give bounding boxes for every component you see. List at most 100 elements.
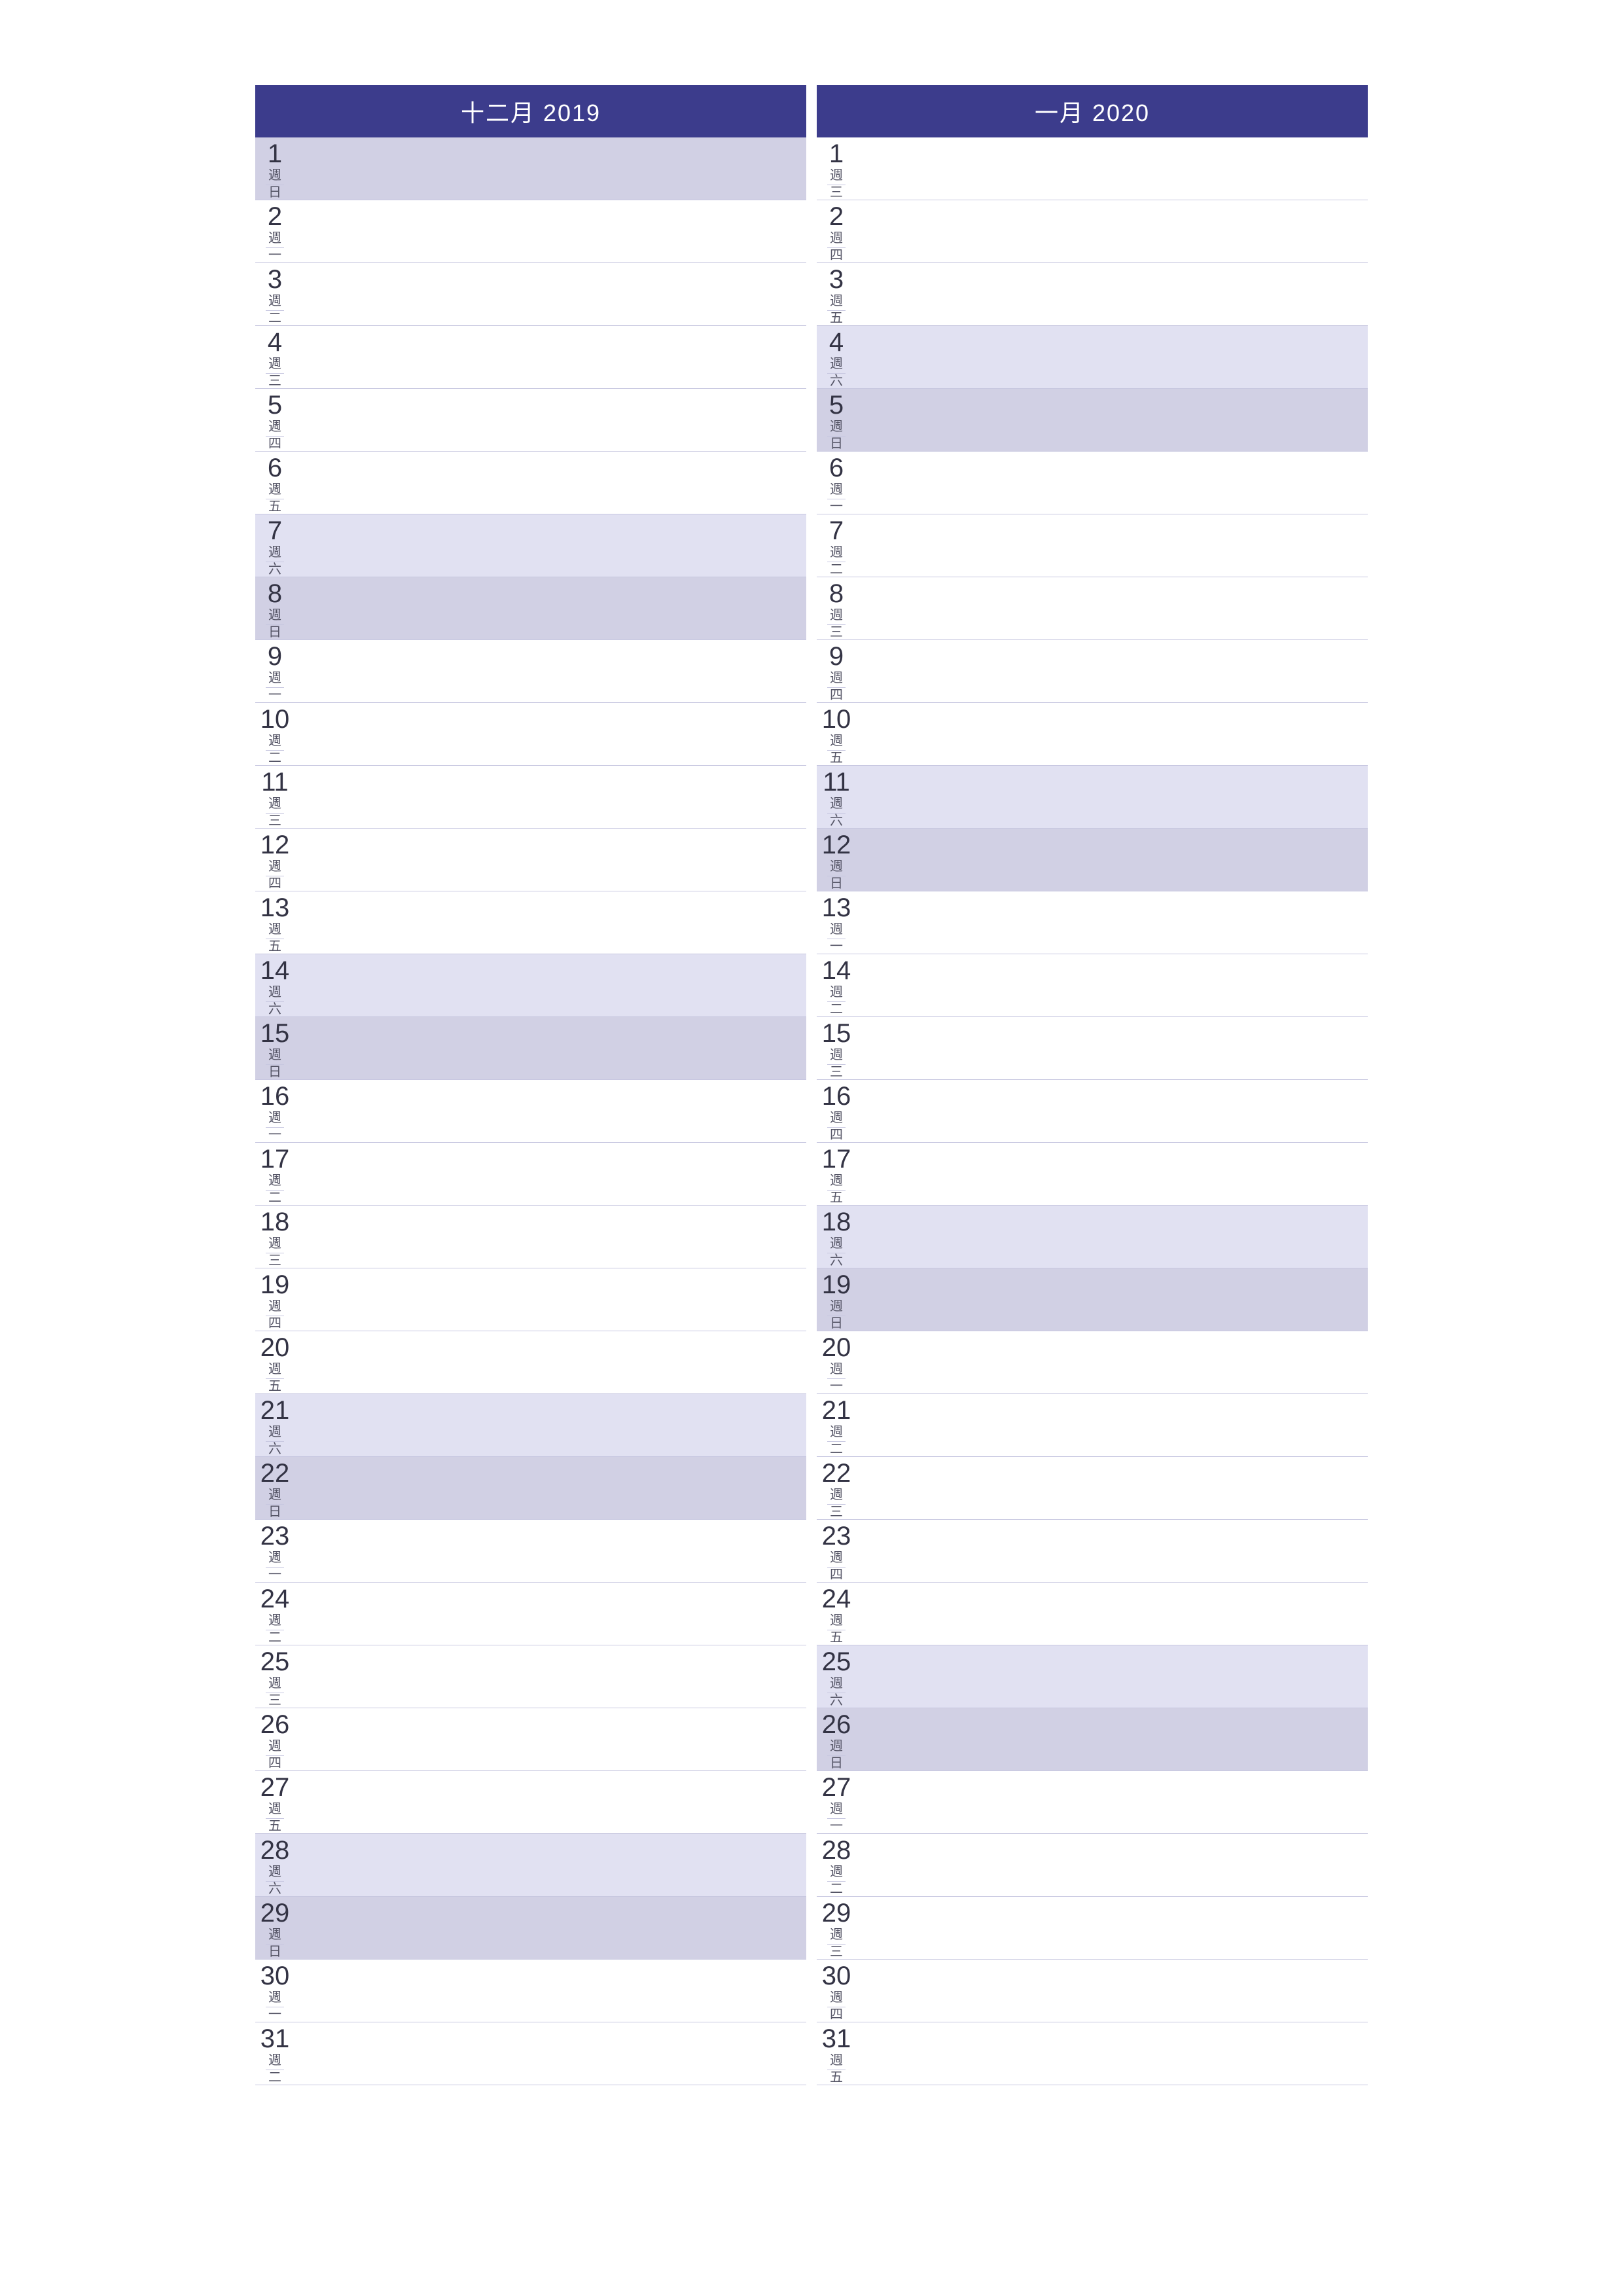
weekday-name: 四 [266, 876, 284, 891]
weekday-name: 日 [827, 1316, 846, 1331]
day-number: 17 [260, 1145, 290, 1173]
weekday-name: 日 [827, 437, 846, 451]
day-note-area [294, 1206, 806, 1268]
day-note-area [856, 2022, 1368, 2085]
weekday-prefix: 週 [827, 1803, 846, 1819]
day-note-area [294, 829, 806, 891]
day-note-area [856, 389, 1368, 451]
day-label: 4週六 [817, 326, 856, 388]
day-note-area [294, 200, 806, 262]
day-number: 14 [822, 957, 851, 984]
day-note-area [294, 1394, 806, 1456]
day-number: 27 [822, 1774, 851, 1801]
day-label: 31週五 [817, 2022, 856, 2085]
day-label: 24週五 [817, 1583, 856, 1645]
day-note-area [294, 1143, 806, 1205]
weekday-prefix: 週 [266, 1614, 284, 1630]
day-number: 10 [822, 706, 851, 733]
day-row: 20週五 [255, 1331, 806, 1394]
day-row: 21週二 [817, 1394, 1368, 1457]
day-number: 19 [822, 1271, 851, 1299]
day-note-area [856, 766, 1368, 828]
day-number: 26 [822, 1711, 851, 1738]
weekday-name: 四 [827, 1128, 846, 1142]
weekday-name: 日 [266, 1065, 284, 1079]
weekday-prefix: 週 [266, 860, 284, 876]
day-label: 19週日 [817, 1268, 856, 1331]
day-row: 5週四 [255, 389, 806, 452]
day-row: 13週一 [817, 891, 1368, 954]
day-label: 6週五 [255, 452, 294, 514]
weekday-prefix: 週 [266, 357, 284, 374]
day-number: 5 [268, 391, 282, 419]
day-note-area [856, 1457, 1368, 1519]
day-label: 8週三 [817, 577, 856, 639]
day-row: 6週五 [255, 452, 806, 514]
weekday-name: 一 [827, 939, 846, 954]
day-number: 23 [260, 1522, 290, 1550]
day-note-area [856, 1206, 1368, 1268]
day-note-area [856, 954, 1368, 1016]
day-row: 19週日 [817, 1268, 1368, 1331]
day-row: 28週二 [817, 1834, 1368, 1897]
day-note-area [856, 137, 1368, 200]
weekday-prefix: 週 [827, 232, 846, 248]
weekday-prefix: 週 [827, 546, 846, 562]
day-row: 27週五 [255, 1771, 806, 1834]
weekday-name: 三 [827, 1065, 846, 1079]
day-note-area [856, 1583, 1368, 1645]
day-label: 28週六 [255, 1834, 294, 1896]
day-row: 16週四 [817, 1080, 1368, 1143]
weekday-name: 六 [266, 1442, 284, 1456]
day-label: 3週五 [817, 263, 856, 325]
month-header: 一月 2020 [817, 85, 1368, 137]
day-label: 27週一 [817, 1771, 856, 1833]
day-label: 3週二 [255, 263, 294, 325]
day-label: 29週日 [255, 1897, 294, 1959]
weekday-name: 六 [827, 1253, 846, 1268]
day-label: 23週一 [255, 1520, 294, 1582]
day-row: 25週六 [817, 1645, 1368, 1708]
day-row: 8週日 [255, 577, 806, 640]
day-row: 12週四 [255, 829, 806, 891]
weekday-name: 二 [266, 751, 284, 765]
weekday-name: 一 [266, 2007, 284, 2022]
day-label: 11週六 [817, 766, 856, 828]
weekday-name: 一 [827, 1379, 846, 1393]
weekday-name: 二 [266, 311, 284, 325]
weekday-prefix: 週 [827, 986, 846, 1002]
weekday-name: 三 [827, 1945, 846, 1959]
day-number: 24 [822, 1585, 851, 1613]
day-row: 8週三 [817, 577, 1368, 640]
day-row: 18週三 [255, 1206, 806, 1268]
day-row: 9週一 [255, 640, 806, 703]
day-row: 7週六 [255, 514, 806, 577]
weekday-name: 三 [266, 814, 284, 828]
weekday-prefix: 週 [266, 1803, 284, 1819]
weekday-prefix: 週 [266, 2054, 284, 2070]
day-label: 30週四 [817, 1960, 856, 2022]
weekday-name: 六 [266, 1002, 284, 1016]
day-row: 20週一 [817, 1331, 1368, 1394]
day-number: 6 [829, 454, 844, 482]
day-note-area [294, 1520, 806, 1582]
weekday-prefix: 週 [266, 1928, 284, 1945]
day-note-area [294, 1017, 806, 1079]
day-number: 20 [822, 1334, 851, 1361]
day-note-area [294, 1583, 806, 1645]
day-number: 18 [822, 1208, 851, 1236]
weekday-prefix: 週 [827, 1865, 846, 1882]
day-number: 28 [822, 1837, 851, 1864]
weekday-name: 三 [827, 1505, 846, 1519]
weekday-prefix: 週 [266, 232, 284, 248]
day-label: 11週三 [255, 766, 294, 828]
day-number: 4 [829, 329, 844, 356]
day-label: 4週三 [255, 326, 294, 388]
day-number: 13 [260, 894, 290, 922]
day-note-area [856, 829, 1368, 891]
weekday-name: 二 [827, 1882, 846, 1896]
day-row: 15週日 [255, 1017, 806, 1080]
day-note-area [294, 1771, 806, 1833]
day-number: 7 [268, 517, 282, 545]
weekday-name: 五 [266, 1379, 284, 1393]
